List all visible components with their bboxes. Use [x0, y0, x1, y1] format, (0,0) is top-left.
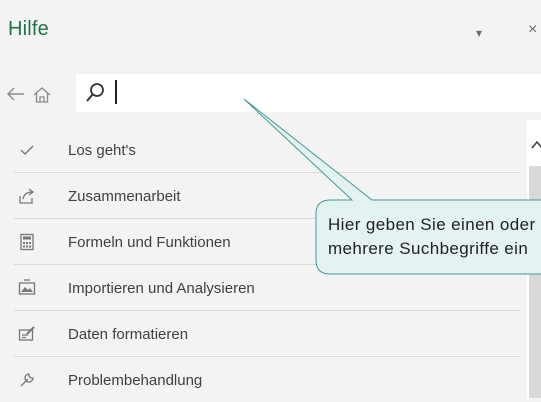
- format-icon: [18, 326, 35, 341]
- calculator-icon: [20, 233, 34, 251]
- callout-text: Hier geben Sie einen oder mehrere Suchbe…: [328, 213, 541, 261]
- topic-label: Formeln und Funktionen: [68, 234, 231, 251]
- topic-los-gehts[interactable]: Los geht's: [14, 127, 520, 173]
- home-icon[interactable]: [32, 85, 52, 105]
- share-icon: [19, 188, 35, 204]
- pane-options-dropdown[interactable]: ▾: [476, 24, 482, 42]
- topic-label: Importieren und Analysieren: [68, 280, 255, 297]
- callout-line-1: Hier geben Sie einen oder: [328, 215, 536, 234]
- text-cursor: [115, 80, 117, 104]
- topic-label: Zusammenarbeit: [68, 188, 181, 205]
- scrollbar-thumb[interactable]: [529, 166, 541, 398]
- topic-label: Daten formatieren: [68, 326, 189, 343]
- search-icon: [86, 83, 104, 102]
- scroll-up-arrow-icon[interactable]: [531, 140, 541, 150]
- callout-line-2: mehrere Suchbegriffe ein: [328, 239, 529, 258]
- wrench-icon: [20, 373, 34, 387]
- topic-label: Problembehandlung: [68, 372, 203, 389]
- import-image-icon: [18, 279, 36, 295]
- topic-importieren-und-analysieren[interactable]: Importieren und Analysieren: [14, 265, 520, 311]
- close-pane-button[interactable]: ×: [528, 21, 537, 39]
- checkmark-icon: [20, 145, 34, 155]
- topic-label: Los geht's: [68, 142, 136, 159]
- pane-title: Hilfe: [8, 18, 50, 40]
- help-topics-list: Los geht's Zusammenarbeit Formeln und Fu…: [0, 127, 520, 402]
- topic-daten-formatieren[interactable]: Daten formatieren: [14, 311, 520, 357]
- search-input[interactable]: [76, 74, 541, 112]
- back-arrow-icon[interactable]: [6, 85, 26, 103]
- topic-problembehandlung[interactable]: Problembehandlung: [14, 357, 520, 402]
